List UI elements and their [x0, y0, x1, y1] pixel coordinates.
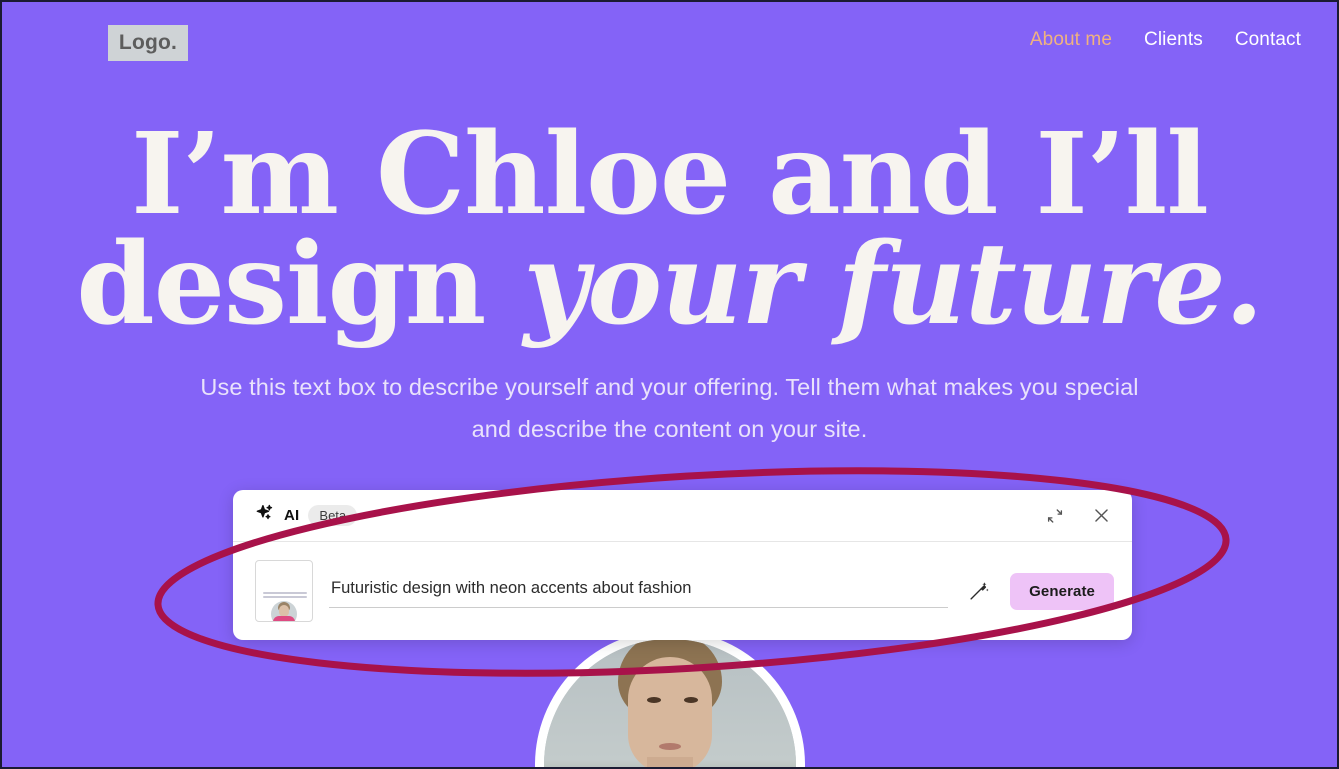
site-thumbnail[interactable]	[255, 560, 313, 622]
prompt-input[interactable]	[329, 574, 949, 608]
site-logo[interactable]: Logo.	[108, 25, 188, 61]
portrait-avatar	[534, 630, 805, 767]
nav-link-clients[interactable]: Clients	[1144, 29, 1203, 51]
close-x-icon[interactable]	[1088, 503, 1114, 529]
nav-links: About me Clients Contact	[1030, 29, 1301, 51]
thumbnail-text-line	[263, 596, 307, 598]
nav-link-contact[interactable]: Contact	[1235, 29, 1301, 51]
ai-brand-label: AI	[284, 507, 300, 524]
status-badge: Beta	[308, 505, 358, 526]
ai-dialog-header-actions	[1042, 503, 1114, 529]
ai-assistant-dialog: AI Beta Futuristic design with neon acce…	[233, 490, 1132, 640]
portrait-eye-left	[646, 697, 661, 703]
portrait-eye-right	[683, 697, 698, 703]
hero-title-line2-roman: design	[76, 218, 524, 350]
page-title: I’m Chloe and I’ll design your future.	[2, 119, 1337, 341]
portrait-neck	[646, 757, 693, 767]
ai-dialog-body: Generate	[233, 542, 1132, 640]
browser-viewport: Logo. About me Clients Contact I’m Chloe…	[0, 0, 1339, 769]
generate-button[interactable]: Generate	[1010, 572, 1114, 610]
collapse-diagonal-icon[interactable]	[1042, 503, 1068, 529]
hero-subtitle: Use this text box to describe yourself a…	[200, 373, 1139, 443]
portrait-mouth	[658, 743, 681, 750]
hero-title-line2-italic: your future.	[523, 218, 1263, 350]
prompt-field-wrapper	[329, 574, 949, 608]
nav-link-about-me[interactable]: About me	[1030, 29, 1112, 51]
thumbnail-avatar	[271, 601, 297, 621]
top-navigation: Logo. About me Clients Contact	[2, 2, 1337, 84]
thumbnail-text-line	[263, 592, 307, 594]
sparkle-ai-icon	[255, 503, 275, 528]
ai-brand: AI Beta	[255, 503, 358, 528]
thumbnail-avatar-body	[273, 616, 295, 621]
portrait-face	[627, 657, 712, 767]
magic-wand-icon[interactable]	[964, 576, 994, 606]
ai-dialog-header: AI Beta	[233, 490, 1132, 542]
